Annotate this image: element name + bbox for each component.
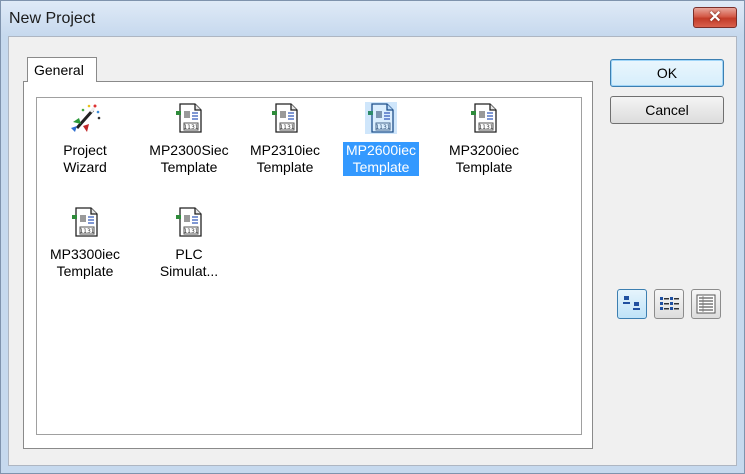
large-icons-view-button[interactable] <box>617 289 647 319</box>
list-item-mp3300iec[interactable]: 1131 MP3300iec Template <box>39 202 131 296</box>
list-item-mp2600iec[interactable]: 1131 MP2600iec Template <box>335 98 427 192</box>
svg-text:1131: 1131 <box>375 124 390 131</box>
large-icons-icon <box>623 296 640 310</box>
item-label-line2: Simulat... <box>159 263 219 279</box>
details-view-icon <box>696 294 716 314</box>
dialog-title: New Project <box>9 10 96 27</box>
template-document-icon: 1131 <box>365 102 397 134</box>
item-label-line2: Template <box>160 159 218 175</box>
svg-text:1131: 1131 <box>183 228 198 235</box>
list-item-mp2310iec[interactable]: 1131 MP2310iec Template <box>239 98 331 192</box>
item-label-line2: Template <box>256 159 314 175</box>
title-bar[interactable]: New Project ✕ <box>1 1 744 35</box>
template-document-icon: 1131 <box>176 207 202 237</box>
item-label-line1: MP3200iec <box>448 142 520 158</box>
item-label-line1: MP2600iec <box>345 142 417 158</box>
list-item-mp3200iec[interactable]: 1131 MP3200iec Template <box>438 98 530 192</box>
list-item-mp2300siec[interactable]: 1131 MP2300Siec Template <box>143 98 235 192</box>
item-label-line2: Template <box>455 159 513 175</box>
template-document-icon: 1131 <box>471 103 497 133</box>
cancel-button[interactable]: Cancel <box>610 96 724 124</box>
item-label-line2: Template <box>56 263 114 279</box>
list-item-plc-simulator[interactable]: 1131 PLC Simulat... <box>143 202 235 296</box>
item-label-line2: Wizard <box>63 159 107 175</box>
svg-text:1131: 1131 <box>183 124 198 131</box>
ok-button[interactable]: OK <box>610 59 724 87</box>
tab-general-label: General <box>34 62 84 78</box>
template-list[interactable]: Project Wizard 1131 MP2300Siec Template … <box>36 97 582 435</box>
new-project-dialog: New Project ✕ General Project Wizard 113… <box>0 0 745 474</box>
close-icon: ✕ <box>708 9 722 26</box>
dialog-body: General Project Wizard 1131 MP2300Siec T… <box>8 36 737 466</box>
template-document-icon: 1131 <box>272 103 298 133</box>
item-label-line1: MP2310iec <box>249 142 321 158</box>
details-view-button[interactable] <box>691 289 721 319</box>
svg-text:1131: 1131 <box>279 124 294 131</box>
svg-text:1131: 1131 <box>79 228 94 235</box>
item-label-line1: MP3300iec <box>49 246 121 262</box>
svg-text:1131: 1131 <box>478 124 493 131</box>
list-item-project-wizard[interactable]: Project Wizard <box>39 98 131 192</box>
template-document-icon: 1131 <box>176 103 202 133</box>
close-button[interactable]: ✕ <box>693 7 737 28</box>
template-document-icon: 1131 <box>72 207 98 237</box>
wizard-icon <box>71 104 101 132</box>
general-tab-panel: Project Wizard 1131 MP2300Siec Template … <box>23 81 593 449</box>
item-label-line1: MP2300Siec <box>149 142 229 158</box>
tab-general[interactable]: General <box>27 57 97 82</box>
item-label-line1: Project <box>63 142 107 158</box>
list-view-icon <box>660 297 679 310</box>
item-label-line1: PLC <box>175 246 203 262</box>
item-label-line2: Template <box>352 159 410 175</box>
list-view-button[interactable] <box>654 289 684 319</box>
